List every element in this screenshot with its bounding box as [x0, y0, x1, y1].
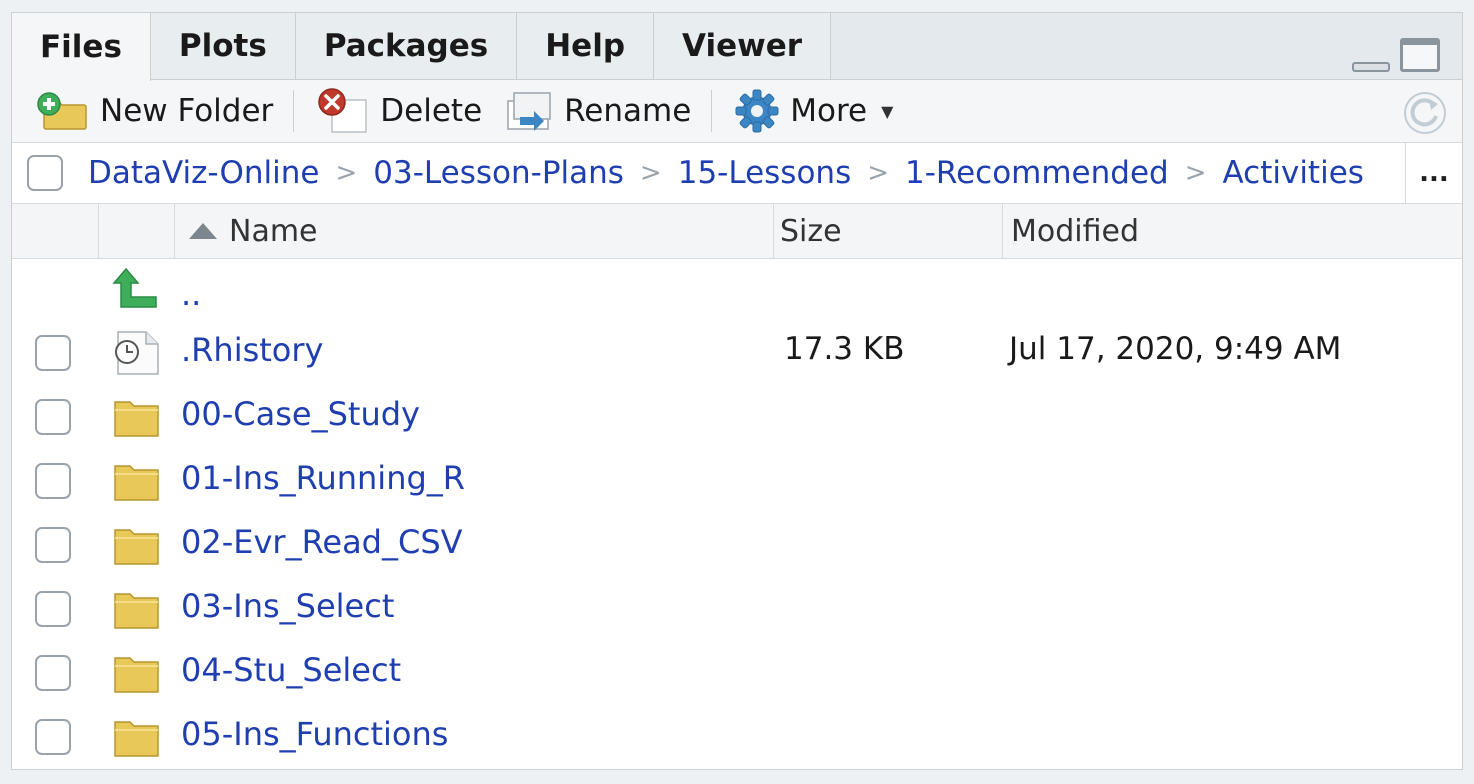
column-header-size[interactable]: Size	[773, 204, 1003, 258]
rename-button[interactable]: Rename	[498, 86, 699, 136]
file-list-header: Name Size Modified	[12, 204, 1462, 259]
folder-icon	[114, 721, 159, 757]
rename-label: Rename	[564, 93, 692, 129]
refresh-icon	[1404, 92, 1446, 134]
file-modified: Jul 17, 2020, 9:49 AM	[1009, 331, 1342, 367]
parent-directory-row[interactable]: ..	[12, 261, 1462, 325]
column-header-modified-label: Modified	[1011, 213, 1140, 249]
table-row: 00-Case_Study	[12, 387, 1462, 451]
tab-plots[interactable]: Plots	[150, 13, 296, 79]
column-header-modified[interactable]: Modified	[1002, 204, 1462, 258]
table-row: 01-Ins_Running_R	[12, 451, 1462, 515]
table-row: 05-Ins_Functions	[12, 707, 1462, 769]
tab-files[interactable]: Files	[12, 13, 151, 81]
file-name-link[interactable]: 05-Ins_Functions	[181, 715, 448, 753]
more-menu-button[interactable]: More ▼	[726, 86, 901, 136]
file-name-link[interactable]: 00-Case_Study	[181, 395, 420, 433]
table-row: 02-Evr_Read_CSV	[12, 515, 1462, 579]
breadcrumb-item-recommended[interactable]: 1-Recommended	[905, 155, 1169, 191]
column-header-checkbox	[12, 204, 98, 258]
file-name-link[interactable]: 01-Ins_Running_R	[181, 459, 465, 497]
row-checkbox[interactable]	[35, 591, 71, 627]
files-pane: Files Plots Packages Help Viewer New Fol…	[11, 12, 1463, 770]
folder-icon	[114, 529, 159, 565]
folder-icon	[114, 401, 159, 437]
file-name-link[interactable]: .Rhistory	[181, 331, 323, 369]
select-all-checkbox[interactable]	[27, 155, 63, 191]
new-folder-icon	[37, 92, 87, 130]
column-header-name[interactable]: Name	[174, 204, 774, 258]
delete-icon	[318, 88, 368, 133]
tab-packages[interactable]: Packages	[295, 13, 518, 79]
toolbar-divider	[711, 90, 713, 132]
gear-icon	[735, 89, 779, 133]
delete-label: Delete	[380, 93, 483, 129]
table-row: 04-Stu_Select	[12, 643, 1462, 707]
breadcrumb-separator-icon: >	[335, 158, 358, 188]
files-toolbar: New Folder Delete Rename More ▼	[12, 80, 1462, 143]
tab-help[interactable]: Help	[517, 13, 655, 79]
more-label: More	[790, 93, 868, 129]
breadcrumb-item-dataviz-online[interactable]: DataViz-Online	[88, 155, 319, 191]
breadcrumb-separator-icon: >	[867, 158, 890, 188]
toolbar-divider	[293, 90, 295, 132]
sort-ascending-icon	[189, 223, 217, 239]
table-row: .Rhistory 17.3 KB Jul 17, 2020, 9:49 AM	[12, 323, 1462, 387]
minimize-pane-button[interactable]	[1352, 58, 1390, 72]
tab-viewer[interactable]: Viewer	[654, 13, 832, 79]
up-arrow-icon	[112, 267, 157, 308]
column-header-size-label: Size	[780, 213, 842, 249]
parent-directory-link[interactable]: ..	[181, 275, 201, 313]
rename-icon	[507, 92, 551, 131]
breadcrumb-item-activities[interactable]: Activities	[1223, 155, 1364, 191]
breadcrumb-item-lessons[interactable]: 15-Lessons	[678, 155, 852, 191]
new-folder-label: New Folder	[100, 93, 274, 129]
history-file-icon	[115, 331, 159, 375]
chevron-down-icon: ▼	[881, 101, 894, 121]
row-checkbox[interactable]	[35, 527, 71, 563]
breadcrumb-separator-icon: >	[1184, 158, 1207, 188]
row-checkbox[interactable]	[35, 719, 71, 755]
folder-icon	[114, 657, 159, 693]
row-checkbox[interactable]	[35, 463, 71, 499]
breadcrumb-separator-icon: >	[639, 158, 662, 188]
folder-icon	[114, 465, 159, 501]
maximize-pane-button[interactable]	[1400, 38, 1440, 72]
file-name-link[interactable]: 02-Evr_Read_CSV	[181, 523, 463, 561]
row-checkbox[interactable]	[35, 399, 71, 435]
refresh-button[interactable]	[1402, 90, 1448, 136]
new-folder-button[interactable]: New Folder	[28, 86, 281, 136]
file-name-link[interactable]: 03-Ins_Select	[181, 587, 394, 625]
breadcrumb: DataViz-Online > 03-Lesson-Plans > 15-Le…	[12, 143, 1462, 204]
pane-tab-bar: Files Plots Packages Help Viewer	[12, 13, 1462, 81]
go-to-directory-button[interactable]: ...	[1405, 143, 1462, 203]
delete-button[interactable]: Delete	[308, 86, 490, 136]
row-checkbox[interactable]	[35, 335, 71, 371]
row-checkbox[interactable]	[35, 655, 71, 691]
breadcrumb-item-lesson-plans[interactable]: 03-Lesson-Plans	[373, 155, 624, 191]
folder-icon	[114, 593, 159, 629]
file-size: 17.3 KB	[784, 331, 905, 367]
file-name-link[interactable]: 04-Stu_Select	[181, 651, 401, 689]
table-row: 03-Ins_Select	[12, 579, 1462, 643]
column-header-icon	[98, 204, 174, 258]
column-header-name-label: Name	[229, 213, 318, 249]
